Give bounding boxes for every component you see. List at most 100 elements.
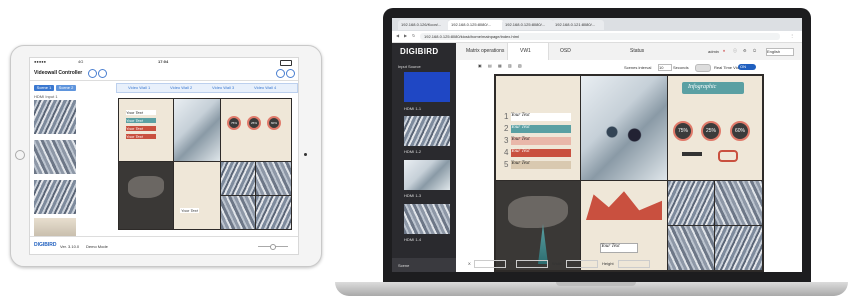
toolbar-icon-layout[interactable]: ▣ — [478, 63, 482, 68]
sidebar-input-2[interactable]: HDMI 1-2 — [404, 149, 421, 154]
layout-icon[interactable] — [88, 69, 97, 78]
tablet-percent-circle: 75% — [227, 116, 241, 130]
layout-tab-3[interactable]: Video Wall 3 — [212, 85, 234, 90]
user-icon[interactable]: ♦ — [723, 48, 725, 53]
field-x-label: X — [468, 261, 471, 266]
status-time: 17:04 — [158, 59, 169, 64]
toolbar-icon-delete[interactable]: ▤ — [488, 63, 492, 68]
field-width-input[interactable] — [566, 260, 598, 268]
layout-tab-4[interactable]: Video Wall 4 — [254, 85, 276, 90]
sidebar-footer-label[interactable]: Scene — [398, 263, 409, 268]
seconds-toggle[interactable] — [695, 64, 711, 72]
wall-row-text: Your Text — [511, 113, 571, 121]
field-height-label: Height — [602, 261, 614, 266]
field-height-input[interactable] — [618, 260, 650, 268]
tablet-wall-row: Your Text — [126, 110, 156, 115]
tablet-mode: Demo Mode — [86, 244, 108, 249]
nav-status[interactable]: Status — [630, 48, 644, 54]
language-select[interactable]: English — [766, 48, 794, 56]
sidebar-input-4[interactable]: HDMI 1-4 — [404, 237, 421, 242]
world-map-shape — [128, 176, 164, 198]
source-thumbnail[interactable] — [404, 204, 450, 234]
status-carrier: ●●●●● — [34, 59, 47, 64]
wall-row-number: 5 — [504, 160, 509, 169]
zoom-slider-handle[interactable] — [270, 244, 276, 250]
app-logo: DIGIBIRD — [400, 47, 439, 56]
browser-tab[interactable]: 192.168.0.121:8080/... — [552, 20, 604, 30]
power-icon[interactable]: ⏻ — [753, 48, 756, 53]
source-thumbnail[interactable] — [34, 218, 76, 236]
field-y-input[interactable] — [516, 260, 548, 268]
wall-tile-traffic[interactable] — [256, 196, 291, 229]
wall-tile-traffic[interactable] — [668, 181, 714, 225]
wall-tile-traffic[interactable] — [715, 226, 762, 270]
back-icon[interactable]: ◀ — [396, 33, 399, 38]
wall-row-text: Your Text — [511, 137, 571, 145]
source-thumbnail[interactable] — [404, 116, 450, 146]
sidebar-input-1[interactable]: HDMI 1-1 — [404, 106, 421, 111]
source-thumbnail[interactable] — [34, 180, 76, 214]
nav-matrix-operations[interactable]: Matrix operations — [466, 48, 504, 54]
percent-circle: 75% — [673, 121, 693, 141]
wall-tile-chart[interactable] — [174, 162, 220, 229]
wall-row-number: 3 — [504, 136, 509, 145]
field-x-input[interactable] — [474, 260, 506, 268]
address-url[interactable]: 192.168.0.125:8080/kiosk/home/mainpage/i… — [424, 34, 519, 39]
browser-tab-active[interactable]: 192.168.0.125:8080/... — [448, 20, 504, 30]
wall-bottom-text: Your Text — [600, 243, 638, 253]
nav-vw1[interactable]: VW1 — [520, 48, 531, 54]
wall-tile-percent[interactable] — [221, 99, 291, 161]
scene-interval-input[interactable]: 10 — [658, 64, 672, 71]
app-title: Videowall Controller — [34, 70, 83, 76]
field-y-label: Y — [510, 261, 513, 266]
tablet-wall-row: Your Text — [126, 118, 156, 123]
world-map-continents — [508, 196, 568, 228]
tablet-version: Ver. 3.10.0 — [60, 244, 80, 249]
realtime-toggle[interactable]: ON — [738, 64, 756, 70]
wall-row-text: Your Text — [511, 125, 571, 133]
sidebar-label: HDMI Input 1 — [34, 94, 58, 99]
layout-tab-2[interactable]: Video Wall 2 — [170, 85, 192, 90]
toolbar-icon-save[interactable]: ▦ — [498, 63, 502, 68]
sidebar-input-3[interactable]: HDMI 1-3 — [404, 193, 421, 198]
power-icon[interactable] — [286, 69, 295, 78]
browser-tab[interactable]: 192.168.0.126/Kcon/... — [398, 20, 450, 30]
scene-button-2[interactable]: Scene 2 — [56, 85, 76, 91]
forward-icon[interactable]: ▶ — [404, 33, 407, 38]
wall-tile-traffic[interactable] — [715, 181, 762, 225]
browser-menu-icon[interactable]: ⋮ — [790, 33, 794, 38]
tablet-wall-row: Your Text — [126, 134, 156, 139]
toolbar-icon-grid[interactable]: ▥ — [508, 63, 512, 68]
scene-button-1[interactable]: Scene 1 — [34, 85, 54, 91]
source-thumbnail[interactable] — [34, 100, 76, 134]
source-thumbnail[interactable] — [34, 140, 76, 174]
wall-tile-traffic[interactable] — [256, 162, 291, 195]
wall-row-text: Your Text — [511, 161, 571, 169]
wall-tile-traffic[interactable] — [668, 226, 714, 270]
tablet-percent-circle: 60% — [267, 116, 281, 130]
tablet-home-button[interactable] — [15, 150, 25, 160]
settings-icon[interactable]: ⚙ — [743, 48, 747, 53]
wall-tile-traffic[interactable] — [221, 162, 255, 195]
infographic-title: Infographic — [688, 84, 717, 90]
battery-icon — [280, 60, 292, 66]
source-thumbnail-blue[interactable] — [404, 72, 450, 102]
tablet-logo: DIGIBIRD — [34, 242, 57, 248]
seconds-label: Seconds — [673, 65, 689, 70]
wall-tile-traffic[interactable] — [221, 196, 255, 229]
settings-icon[interactable] — [276, 69, 285, 78]
refresh-icon[interactable] — [98, 69, 107, 78]
percent-circle: 25% — [701, 121, 721, 141]
source-thumbnail[interactable] — [404, 160, 450, 190]
laptop-notch — [556, 282, 636, 286]
user-name: admin — [708, 49, 719, 54]
toolbar-icon-image[interactable]: ▧ — [518, 63, 522, 68]
wall-tile-office[interactable] — [174, 99, 220, 161]
layout-tab-1[interactable]: Video Wall 1 — [128, 85, 150, 90]
help-icon[interactable]: ⓘ — [733, 48, 737, 53]
browser-tab[interactable]: 192.168.0.125:8080/... — [502, 20, 554, 30]
sidebar-title: Input Source — [398, 64, 421, 69]
field-width-label: Width — [552, 261, 563, 266]
reload-icon[interactable]: ↻ — [412, 33, 415, 38]
nav-osd[interactable]: OSD — [560, 48, 571, 54]
